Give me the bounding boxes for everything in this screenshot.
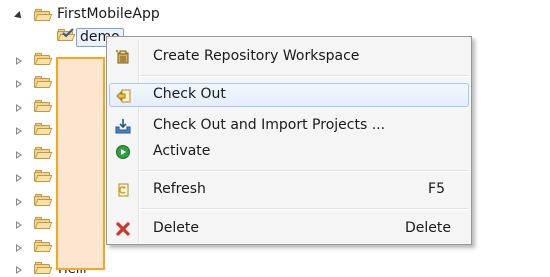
menu-item-label: Check Out and Import Projects ...: [153, 117, 386, 133]
menu-item-check-out-import[interactable]: Check Out and Import Projects ...: [109, 114, 469, 138]
collapsed-arrow-icon[interactable]: [16, 174, 22, 182]
menu-item-label: Activate: [153, 143, 211, 159]
folder-icon: [34, 100, 53, 112]
redaction-highlight-box: [56, 57, 105, 270]
menu-item-activate[interactable]: Activate: [109, 140, 469, 164]
menu-item-label: Delete: [153, 220, 199, 236]
menu-separator: [140, 208, 468, 210]
menu-item-shortcut: F5: [428, 181, 445, 197]
collapsed-arrow-icon[interactable]: [16, 198, 22, 206]
collapsed-arrow-icon[interactable]: [16, 244, 22, 252]
collapsed-arrow-icon[interactable]: [16, 80, 22, 88]
activate-icon: [115, 144, 131, 160]
menu-separator: [140, 170, 468, 172]
collapsed-arrow-icon[interactable]: [16, 266, 22, 274]
menu-item-shortcut: Delete: [405, 220, 451, 236]
folder-icon: [34, 76, 53, 88]
menu-item-refresh[interactable]: Refresh F5: [109, 178, 469, 202]
collapsed-arrow-icon[interactable]: [16, 57, 22, 65]
folder-icon: [34, 123, 53, 135]
menu-item-create-repository-workspace[interactable]: Create Repository Workspace: [109, 45, 469, 69]
menu-item-label: Create Repository Workspace: [153, 48, 360, 64]
checked-folder-icon: [57, 28, 76, 41]
folder-icon: [34, 262, 53, 274]
folder-icon: [34, 240, 53, 252]
menu-separator: [140, 75, 468, 77]
delete-icon: [115, 221, 131, 237]
menu-item-label: Refresh: [153, 181, 206, 197]
folder-icon: [34, 194, 53, 206]
collapsed-arrow-icon[interactable]: [16, 151, 22, 159]
menu-item-check-out[interactable]: Check Out: [109, 83, 469, 107]
repository-icon: [115, 49, 131, 65]
tree-root-label[interactable]: FirstMobileApp: [57, 6, 160, 22]
folder-icon: [34, 217, 53, 229]
collapsed-arrow-icon[interactable]: [16, 127, 22, 135]
menu-item-label: Check Out: [153, 86, 226, 102]
context-menu: Create Repository Workspace Check Out Ch…: [106, 36, 472, 245]
refresh-icon: [115, 182, 131, 198]
collapsed-arrow-icon[interactable]: [16, 104, 22, 112]
folder-icon: [34, 9, 53, 21]
folder-icon: [34, 170, 53, 182]
expanded-arrow-icon[interactable]: [14, 11, 24, 21]
folder-icon: [34, 147, 53, 159]
collapsed-arrow-icon[interactable]: [16, 221, 22, 229]
check-out-icon: [116, 88, 132, 104]
import-projects-icon: [115, 118, 131, 134]
folder-icon: [34, 53, 53, 65]
menu-item-delete[interactable]: Delete Delete: [109, 217, 469, 241]
